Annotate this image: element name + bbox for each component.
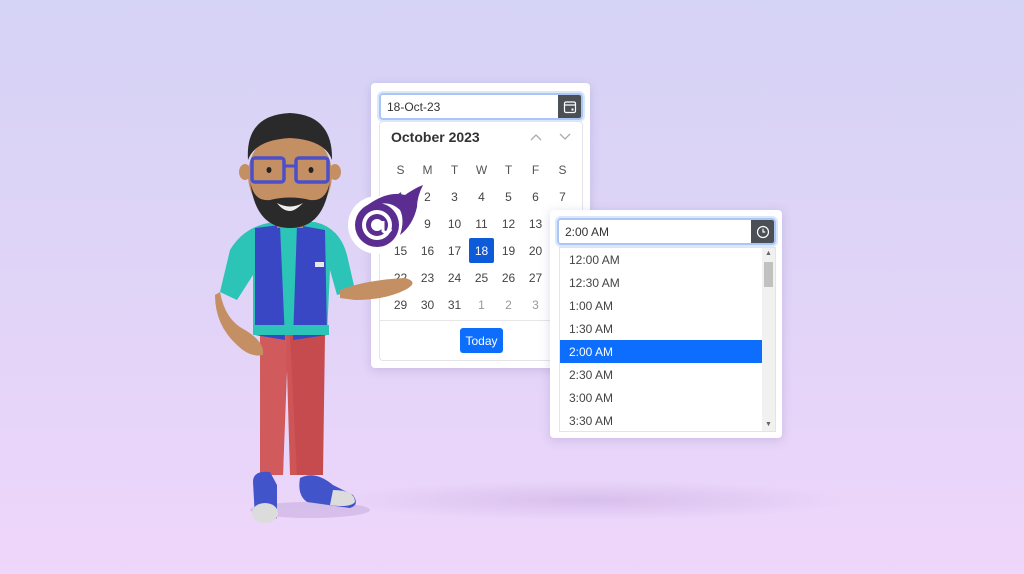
time-option[interactable]: 1:00 AM <box>560 294 763 317</box>
calendar-day[interactable]: 23 <box>414 264 441 291</box>
prev-month-button[interactable] <box>527 128 545 146</box>
blazor-logo-icon <box>348 185 423 254</box>
weekday-header: T <box>504 162 513 177</box>
calendar-day[interactable]: 7 <box>549 183 576 210</box>
weekday-header: M <box>422 162 433 177</box>
calendar-day[interactable]: 31 <box>441 291 468 318</box>
time-option[interactable]: 3:00 AM <box>560 386 763 409</box>
calendar-button[interactable] <box>558 95 581 118</box>
calendar-day[interactable]: 27 <box>522 264 549 291</box>
scroll-thumb[interactable] <box>764 262 773 287</box>
weekday-header: S <box>558 162 567 177</box>
calendar-day[interactable]: 4 <box>468 183 495 210</box>
calendar-day[interactable]: 10 <box>441 210 468 237</box>
calendar-day[interactable]: 3 <box>441 183 468 210</box>
calendar-day[interactable]: 20 <box>522 237 549 264</box>
weekday-header: F <box>531 162 540 177</box>
time-picker: 12:00 AM12:30 AM1:00 AM1:30 AM2:00 AM2:3… <box>550 210 782 438</box>
next-month-button[interactable] <box>556 128 574 146</box>
calendar-day[interactable]: 19 <box>495 237 522 264</box>
time-option[interactable]: 2:30 AM <box>560 363 763 386</box>
clock-icon <box>756 225 769 238</box>
calendar-day[interactable]: 3 <box>522 291 549 318</box>
scroll-up-arrow-icon[interactable]: ▲ <box>762 248 775 260</box>
calendar-day[interactable]: 24 <box>441 264 468 291</box>
calendar-day[interactable]: 1 <box>468 291 495 318</box>
scroll-down-arrow-icon[interactable]: ▼ <box>762 419 775 431</box>
calendar-day[interactable]: 11 <box>468 210 495 237</box>
time-option-selected[interactable]: 2:00 AM <box>560 340 763 363</box>
scrollbar[interactable]: ▲ ▼ <box>762 248 775 431</box>
calendar-day[interactable]: 30 <box>414 291 441 318</box>
calendar-day[interactable]: 17 <box>441 237 468 264</box>
clock-button[interactable] <box>751 220 774 243</box>
weekday-header: T <box>450 162 459 177</box>
calendar-day[interactable]: 13 <box>522 210 549 237</box>
calendar-day[interactable]: 5 <box>495 183 522 210</box>
calendar-day[interactable]: 26 <box>495 264 522 291</box>
time-option[interactable]: 12:30 AM <box>560 271 763 294</box>
today-button[interactable]: Today <box>460 328 503 353</box>
calendar-day-selected[interactable]: 18 <box>469 238 494 263</box>
calendar-day[interactable]: 12 <box>495 210 522 237</box>
time-option[interactable]: 3:30 AM <box>560 409 763 431</box>
calendar-day[interactable]: 6 <box>522 183 549 210</box>
time-input[interactable] <box>559 220 751 243</box>
weekday-header: W <box>475 162 488 177</box>
chevron-up-icon <box>530 134 542 141</box>
time-option[interactable]: 12:00 AM <box>560 248 763 271</box>
chevron-down-icon <box>559 133 571 140</box>
character-illustration <box>215 113 413 523</box>
calendar-day[interactable]: 25 <box>468 264 495 291</box>
calendar-day[interactable]: 2 <box>495 291 522 318</box>
time-options-list: 12:00 AM 12:30 AM 1:00 AM 1:30 AM 2:00 AM 2:3… <box>559 247 776 432</box>
calendar-icon <box>563 100 576 113</box>
time-option[interactable]: 1:30 AM <box>560 317 763 340</box>
time-input-group <box>557 218 776 245</box>
